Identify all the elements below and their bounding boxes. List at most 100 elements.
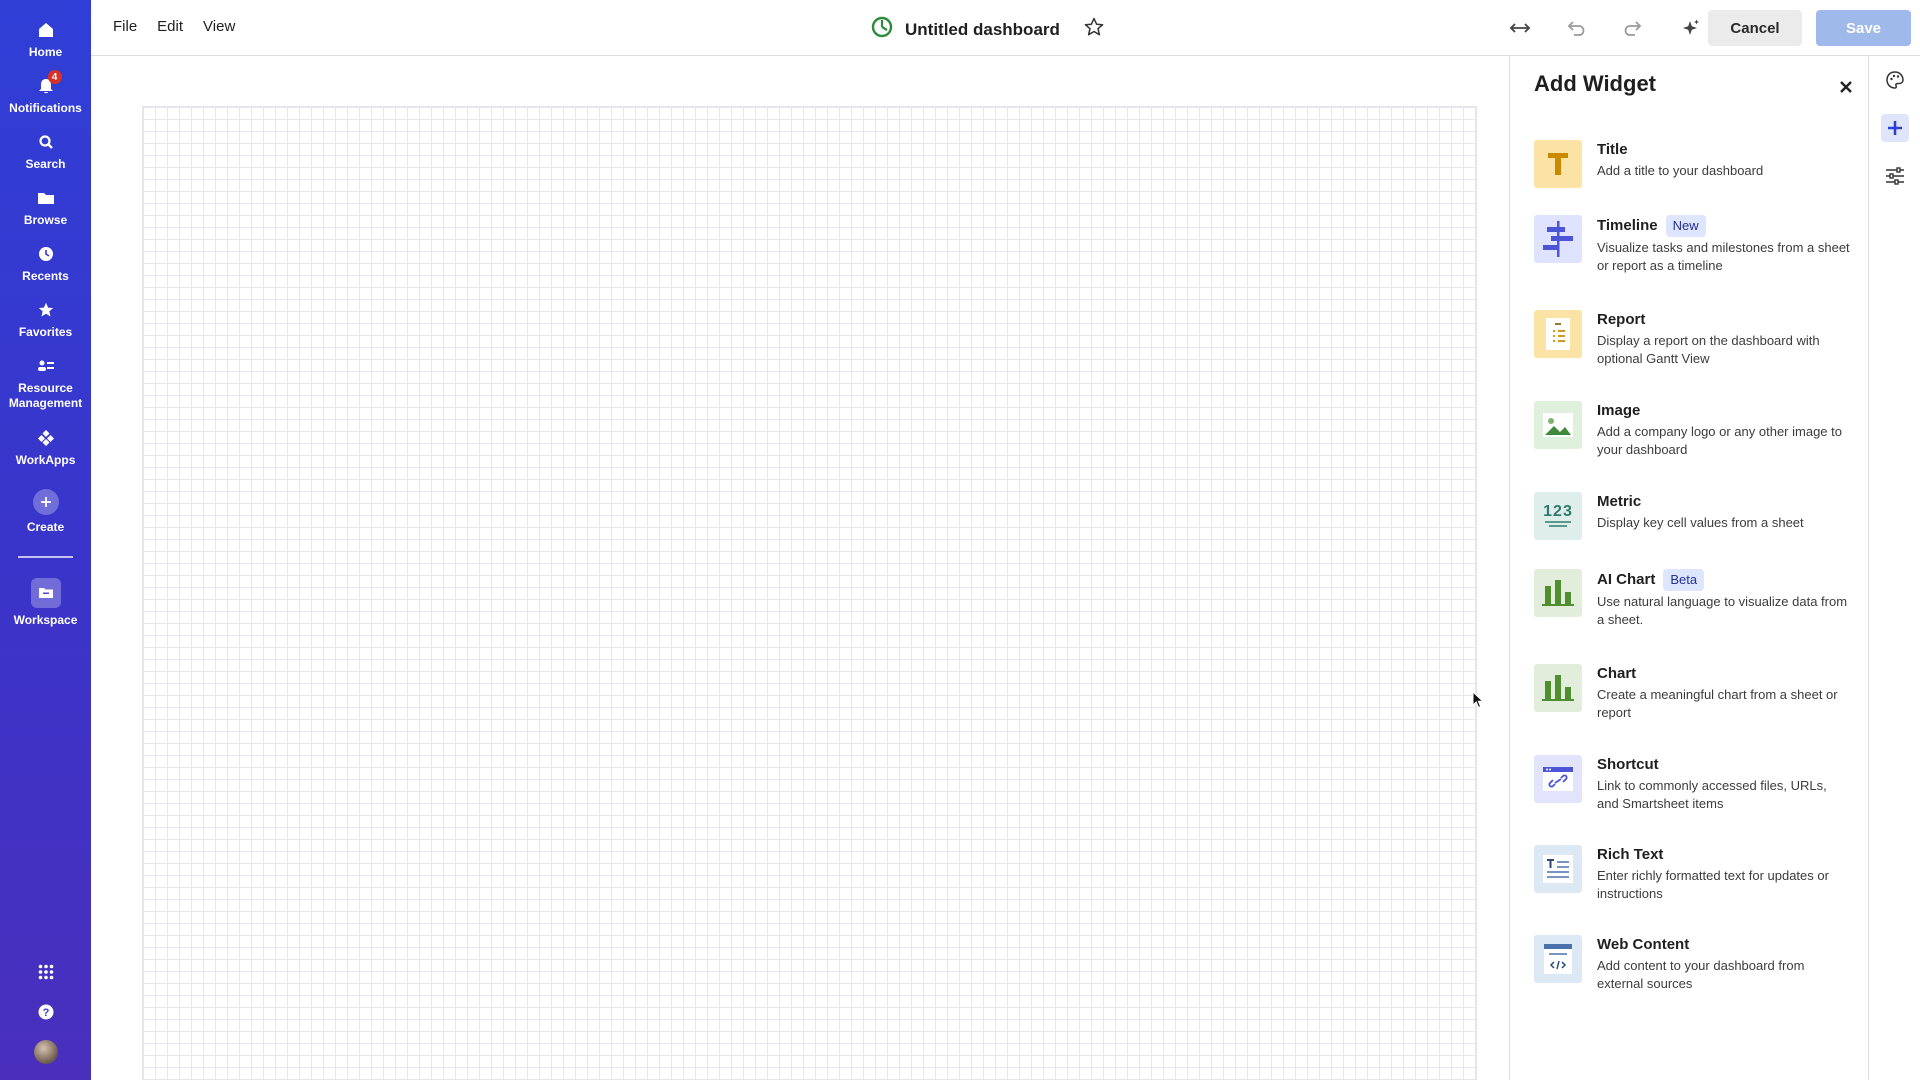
widget-rich-text[interactable]: Rich Text Enter richly formatted text fo…	[1534, 845, 1854, 903]
widget-chart[interactable]: Chart Create a meaningful chart from a s…	[1534, 664, 1854, 722]
widget-description: Link to commonly accessed files, URLs, a…	[1597, 778, 1827, 811]
widget-web-content[interactable]: Web Content Add content to your dashboar…	[1534, 935, 1854, 993]
nav-home[interactable]: Home	[0, 20, 91, 60]
chart-widget-icon	[1534, 664, 1582, 712]
widget-description: Add content to your dashboard from exter…	[1597, 958, 1805, 991]
dashboard-icon	[871, 16, 893, 43]
people-icon	[36, 356, 56, 376]
nav-resource-management[interactable]: Resource Management	[0, 356, 91, 411]
nav-favorites[interactable]: Favorites	[0, 300, 91, 340]
nav-favorites-label: Favorites	[18, 325, 73, 339]
rich-text-widget-icon	[1534, 845, 1582, 893]
star-icon	[36, 300, 56, 320]
user-avatar-button[interactable]	[0, 1040, 91, 1064]
settings-sliders-button[interactable]	[1881, 162, 1909, 190]
widget-name: Rich Text	[1597, 846, 1664, 863]
ai-sparkle-icon[interactable]	[1679, 16, 1703, 40]
nav-resource-management-label: Resource Management	[8, 381, 83, 410]
canvas-grid[interactable]	[142, 106, 1477, 1080]
widget-shortcut[interactable]: Shortcut Link to commonly accessed files…	[1534, 755, 1854, 813]
nav-browse-label: Browse	[23, 213, 68, 227]
timeline-widget-icon	[1534, 215, 1582, 263]
menu-edit[interactable]: Edit	[157, 18, 183, 35]
cancel-button[interactable]: Cancel	[1708, 10, 1802, 46]
theme-palette-button[interactable]	[1881, 66, 1909, 94]
nav-notifications[interactable]: 4 Notifications	[0, 70, 91, 116]
menu-bar: File Edit View	[113, 18, 235, 35]
search-icon	[36, 132, 56, 152]
widget-name: Title	[1597, 141, 1628, 158]
widget-name: Timeline	[1597, 217, 1658, 234]
redo-icon[interactable]	[1620, 16, 1644, 40]
nav-home-label: Home	[28, 45, 63, 59]
new-badge: New	[1665, 215, 1706, 237]
metric-glyph: 123	[1543, 503, 1573, 520]
widget-name: Web Content	[1597, 936, 1690, 953]
nav-browse[interactable]: Browse	[0, 188, 91, 228]
nav-create[interactable]: Create	[0, 489, 91, 535]
widget-title[interactable]: Title Add a title to your dashboard	[1534, 140, 1854, 188]
image-widget-icon	[1534, 401, 1582, 449]
nav-workspace-label: Workspace	[13, 613, 78, 627]
add-widget-panel: Add Widget Title Add a title to your das…	[1509, 56, 1868, 1080]
grid-apps-icon	[36, 962, 56, 982]
workspace-icon	[30, 578, 61, 608]
ai-chart-widget-icon	[1534, 569, 1582, 617]
close-icon	[1840, 81, 1852, 93]
avatar	[33, 1040, 58, 1064]
undo-icon[interactable]	[1565, 16, 1589, 40]
nav-workapps[interactable]: WorkApps	[0, 428, 91, 468]
widget-ai-chart[interactable]: AI Chart Beta Use natural language to vi…	[1534, 569, 1854, 629]
widget-description: Create a meaningful chart from a sheet o…	[1597, 687, 1838, 720]
left-navigation-rail: Home 4 Notifications Search Browse Recen…	[0, 0, 91, 1080]
metric-widget-icon: 123	[1534, 492, 1582, 540]
widget-description: Display a report on the dashboard with o…	[1597, 333, 1820, 366]
nav-workspace[interactable]: Workspace	[0, 578, 91, 628]
web-content-widget-icon	[1534, 935, 1582, 983]
bell-icon: 4	[36, 70, 62, 96]
widget-name: Chart	[1597, 665, 1637, 682]
nav-divider	[18, 556, 73, 558]
widget-name: Image	[1597, 402, 1641, 419]
widget-description: Use natural language to visualize data f…	[1597, 594, 1848, 627]
nav-recents-label: Recents	[22, 269, 69, 283]
help-button[interactable]: ?	[0, 1002, 91, 1022]
shortcut-widget-icon	[1534, 755, 1582, 803]
widget-report[interactable]: Report Display a report on the dashboard…	[1534, 310, 1854, 368]
widget-description: Add a company logo or any other image to…	[1597, 424, 1842, 457]
dashboard-canvas	[91, 56, 1509, 1080]
widget-image[interactable]: Image Add a company logo or any other im…	[1534, 401, 1854, 459]
widget-name: Report	[1597, 311, 1646, 328]
widget-name: Metric	[1597, 493, 1642, 510]
nav-create-label: Create	[26, 520, 65, 534]
menu-file[interactable]: File	[113, 18, 137, 35]
close-panel-button[interactable]	[1835, 76, 1857, 98]
top-bar: File Edit View Untitled dashboard Cancel…	[91, 0, 1920, 56]
widget-metric[interactable]: 123 Metric Display key cell values from …	[1534, 492, 1854, 540]
favorite-star-icon[interactable]	[1084, 17, 1104, 42]
app-launcher-button[interactable]	[0, 962, 91, 982]
widget-description: Add a title to your dashboard	[1597, 163, 1764, 178]
title-widget-icon	[1534, 140, 1582, 188]
panel-title: Add Widget	[1534, 71, 1656, 96]
widget-timeline[interactable]: Timeline New Visualize tasks and milesto…	[1534, 215, 1854, 275]
widget-description: Visualize tasks and milestones from a sh…	[1597, 240, 1850, 273]
svg-text:?: ?	[42, 1007, 49, 1019]
widget-description: Enter richly formatted text for updates …	[1597, 868, 1829, 901]
nav-recents[interactable]: Recents	[0, 244, 91, 284]
workapps-icon	[36, 428, 56, 448]
widget-description: Display key cell values from a sheet	[1597, 515, 1804, 530]
plus-circle-icon	[32, 489, 59, 515]
help-icon: ?	[36, 1002, 56, 1022]
page-title[interactable]: Untitled dashboard	[905, 20, 1060, 40]
beta-badge: Beta	[1663, 569, 1705, 591]
menu-view[interactable]: View	[203, 18, 235, 35]
nav-search[interactable]: Search	[0, 132, 91, 172]
palette-icon	[1886, 71, 1904, 89]
notification-count-badge: 4	[47, 70, 62, 84]
save-button[interactable]: Save	[1816, 10, 1911, 46]
expand-width-icon[interactable]	[1508, 16, 1532, 40]
add-widget-button[interactable]	[1881, 114, 1909, 142]
clock-icon	[36, 244, 56, 264]
home-icon	[36, 20, 56, 40]
